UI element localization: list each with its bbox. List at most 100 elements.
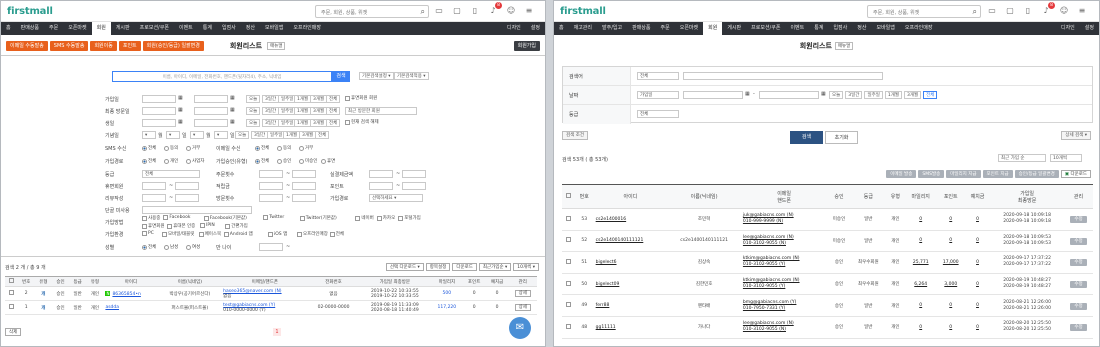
search-icon[interactable]: ⌕ xyxy=(421,7,425,17)
row-checkbox[interactable] xyxy=(5,286,18,301)
date-chip[interactable]: 오늘 xyxy=(246,95,261,103)
row-checkbox[interactable] xyxy=(562,316,575,339)
nav-item[interactable]: 오픈마켓 xyxy=(675,22,703,35)
nav-event[interactable]: 이벤트 xyxy=(174,22,198,35)
cell-mileage[interactable]: 0 xyxy=(904,316,937,339)
anniv-select[interactable]: ▾ xyxy=(190,131,204,139)
calendar-icon[interactable]: ▦ xyxy=(745,91,750,97)
row-checkbox[interactable] xyxy=(562,273,575,296)
nav-item[interactable]: 입점사 xyxy=(828,22,852,35)
cell-mileage[interactable]: 0 xyxy=(904,208,937,231)
range-from-input[interactable] xyxy=(259,182,283,190)
nav-settle[interactable]: 정산 xyxy=(241,22,260,35)
sms-radio[interactable]: 거부 xyxy=(186,145,200,151)
detail-button[interactable]: 상세 xyxy=(514,304,531,311)
cell-deposit[interactable]: 0 xyxy=(964,273,991,296)
table-row[interactable]: 1 개 승인 일반 개인 asdda 퍼스트몰(퍼스트몰) test@gabiacns.com… xyxy=(5,300,537,315)
menu-icon[interactable]: ≡ xyxy=(1076,5,1088,16)
table-row[interactable]: 49 ferr88 펜타배 bmg@gabiacns.com (Y) 010-7950-… xyxy=(562,294,1093,317)
phone-link[interactable]: 010-999-9999 (N) xyxy=(743,219,825,225)
date-chip[interactable]: 오늘 xyxy=(246,107,261,115)
member-id-link[interactable]: asdda xyxy=(105,305,119,310)
date-to-input[interactable] xyxy=(194,95,228,103)
inflow-select[interactable]: 선택하세요 ▾ xyxy=(369,194,423,202)
member-id-link[interactable]: 86365854•n xyxy=(112,292,140,297)
date-chip[interactable]: 3일간 xyxy=(845,91,863,99)
table-row[interactable]: 53 cs2e1400016 조민혁 juk@gabiacns.com (N) 010-… xyxy=(562,208,1093,231)
download-button[interactable]: ▣ 다운로드 xyxy=(1060,170,1091,178)
point-button[interactable]: 포인트 지급 xyxy=(982,170,1013,178)
range-from-input[interactable] xyxy=(259,194,283,202)
row-checkbox[interactable] xyxy=(562,230,575,253)
grade-select[interactable]: 전체 xyxy=(637,110,679,118)
date-chip[interactable]: 1개월 xyxy=(294,119,312,127)
row-checkbox[interactable] xyxy=(562,251,575,274)
cell-point[interactable]: 0 xyxy=(936,316,965,339)
global-search-input[interactable]: 주문, 회원, 상품, 위젯 ⌕ xyxy=(315,5,429,18)
cell-mileage[interactable]: 0 xyxy=(904,294,937,317)
env-checkbox[interactable]: 모바일/태블릿 xyxy=(162,231,194,237)
anniv-select[interactable]: ▾ xyxy=(214,131,228,139)
cell-mileage[interactable]: 25,771 xyxy=(904,251,937,274)
nav-offline[interactable]: 오프라인매장 xyxy=(288,22,326,35)
date-chip[interactable]: 3일간 xyxy=(262,107,280,115)
download-button[interactable]: 다운로드 xyxy=(452,263,477,271)
mileage-button[interactable]: 마일리지 지급 xyxy=(946,170,981,178)
reset-button[interactable]: 초기화 xyxy=(825,131,858,144)
global-search-input[interactable]: 주문, 회원, 상품, 위젯 ⌕ xyxy=(867,5,981,18)
select-all-checkbox[interactable] xyxy=(562,184,575,209)
calendar-icon[interactable]: ▦ xyxy=(230,119,235,125)
date-to-input[interactable] xyxy=(759,91,819,99)
per-page-select[interactable]: 10개씩 xyxy=(1050,154,1082,162)
range-to-input[interactable] xyxy=(402,182,426,190)
column-setting[interactable]: 항목설정 xyxy=(425,263,451,271)
cell-point[interactable]: 0 xyxy=(936,208,965,231)
date-chip[interactable]: 오늘 xyxy=(246,119,261,127)
default-search-apply[interactable]: 기본검색적용 ▾ xyxy=(394,72,429,80)
phone-link[interactable]: 010-3102-9055 (N) xyxy=(743,241,825,247)
nav-members[interactable]: 회원 xyxy=(91,22,111,35)
visit-select[interactable]: 최근 방문한 회원 xyxy=(345,107,417,115)
select-download[interactable]: 선택 다운로드 ▾ xyxy=(385,263,424,271)
nav-item[interactable]: 발주/입고 xyxy=(597,22,627,35)
cell-id[interactable]: cs2e1400140111121 xyxy=(593,230,668,253)
range-to-input[interactable] xyxy=(175,182,199,190)
range-from-input[interactable] xyxy=(142,194,166,202)
unused-input[interactable] xyxy=(142,206,252,214)
date-chip[interactable]: 3일간 xyxy=(262,119,280,127)
nav-openmarket[interactable]: 오픈마켓 xyxy=(63,22,91,35)
manual-button[interactable]: 매뉴얼 xyxy=(834,42,854,50)
sms-send-button[interactable]: SMS 수동발송 xyxy=(49,41,89,51)
monitor-icon[interactable]: ▭ xyxy=(986,5,998,16)
bulk-change-button[interactable]: 승인/등급 일괄변경 xyxy=(1014,170,1059,178)
notset-checkbox[interactable]: 현재 검색 해제 xyxy=(345,119,379,125)
default-search-setting[interactable]: 기본검색설정 ▾ xyxy=(359,72,394,80)
joinmethod-checkbox[interactable]: IPIN xyxy=(200,223,215,228)
date-chip[interactable]: 1개월 xyxy=(283,131,301,139)
env-checkbox[interactable]: 페이스북 xyxy=(198,231,221,237)
sms-radio[interactable]: 동의 xyxy=(164,145,178,151)
cell-deposit[interactable]: 0 xyxy=(964,230,991,253)
date-chip[interactable]: 오늘 xyxy=(235,131,250,139)
table-row[interactable]: 48 gg11111 가나다 lee@gabiacns.com (N) 010-3102… xyxy=(562,316,1093,339)
joinmethod-checkbox[interactable]: 휴면회원 xyxy=(142,223,165,229)
nav-board[interactable]: 게시판 xyxy=(111,22,135,35)
sort-select[interactable]: 최근 가입 순 xyxy=(998,154,1046,162)
table-row[interactable]: 51 bigelect6 김상숙 ktkim@gabiacns.com (N) 010-… xyxy=(562,251,1093,274)
nav-design[interactable]: 디자인 xyxy=(1056,22,1080,35)
date-chip[interactable]: 전체 xyxy=(326,107,341,115)
cell-id[interactable]: N 86365854•n xyxy=(103,286,159,301)
date-chip[interactable]: 오늘 xyxy=(829,91,844,99)
nav-item[interactable]: 판매상품 xyxy=(627,22,655,35)
cell-id[interactable]: ferr88 xyxy=(593,294,668,317)
calendar-icon[interactable]: ▦ xyxy=(230,107,235,113)
calendar-icon[interactable]: ▦ xyxy=(230,95,235,101)
member-id-link[interactable]: cs2e1400140111121 xyxy=(596,238,644,243)
member-id-link[interactable]: gg11111 xyxy=(596,325,616,330)
env-checkbox[interactable]: Android 앱 xyxy=(223,231,253,237)
cell-id[interactable]: bigelect09 xyxy=(593,273,668,296)
dormant-checkbox[interactable]: 휴면회원 회원 xyxy=(345,95,377,101)
calendar-icon[interactable]: ▦ xyxy=(178,95,183,101)
nav-orders[interactable]: 주문 xyxy=(44,22,63,35)
env-checkbox[interactable]: 오프라인매장 xyxy=(297,231,328,237)
